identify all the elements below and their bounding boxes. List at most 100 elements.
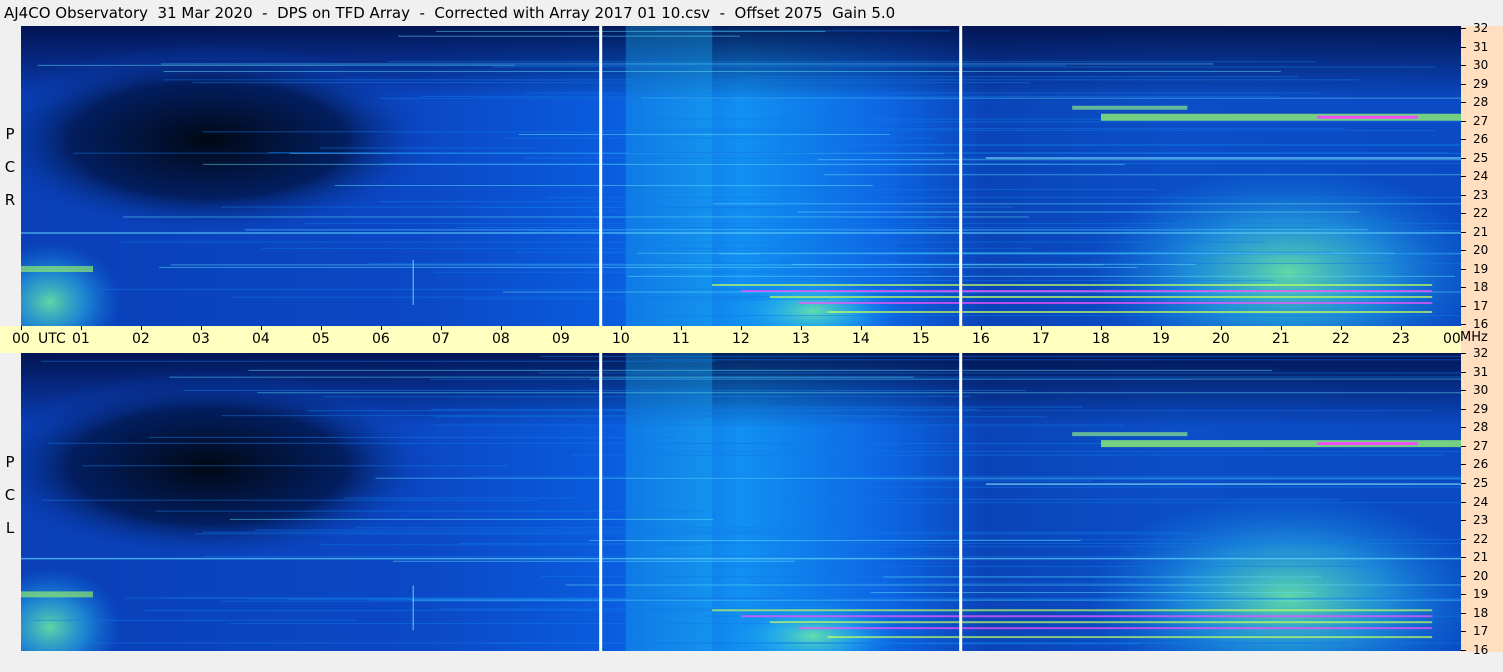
interference-line — [545, 196, 1461, 198]
utc-tick — [441, 326, 442, 330]
rcp-freq-tick — [1461, 65, 1466, 66]
interference-line — [601, 129, 1435, 131]
lcp-freq-tick — [1461, 501, 1466, 503]
interference-line — [435, 30, 826, 32]
interference-line — [305, 223, 1461, 225]
rcp-freq-tick — [1461, 102, 1466, 103]
interference-line — [82, 465, 509, 467]
utc-tick — [801, 326, 802, 330]
utc-time-axis: UTC 00 01 02 03 04 05 06 07 08 09 10 11 12 13 14 15 16 17… — [0, 326, 1462, 353]
interference-line — [457, 226, 1318, 228]
utc-tick-label: 22 — [1332, 331, 1350, 347]
band-25mhz — [985, 157, 1461, 159]
interference-line — [853, 538, 1461, 540]
interference-line — [788, 478, 1461, 480]
utc-tick-label: 21 — [1272, 331, 1290, 347]
band-25mhz — [985, 483, 1461, 485]
low-band-streak — [712, 609, 1433, 612]
interference-line — [163, 70, 1281, 72]
interference-line — [744, 76, 1299, 78]
interference-line — [169, 376, 914, 378]
lcp-freq-tick — [1461, 390, 1466, 392]
interference-line — [254, 529, 792, 531]
interference-line — [518, 134, 890, 136]
interference-line — [788, 188, 1158, 190]
utc-tick-label: 16 — [972, 331, 990, 347]
utc-tick-label: 01 — [72, 331, 90, 347]
interference-line — [202, 163, 1125, 165]
spectrogram-rcp — [21, 26, 1461, 326]
spectrogram-lcp — [21, 353, 1461, 651]
interference-line — [320, 147, 537, 149]
interference-line — [86, 288, 914, 290]
lcp-freq-tick-label: 20 — [1473, 568, 1489, 583]
interference-line — [120, 241, 1265, 243]
interference-line — [421, 95, 1279, 97]
lcp-freq-tick — [1461, 408, 1466, 410]
interference-line — [634, 315, 1461, 317]
low-band-streak — [741, 290, 1433, 292]
early-low-band — [21, 591, 93, 598]
lcp-freq-tick-label: 28 — [1473, 420, 1489, 435]
lcp-freq-tick — [1461, 464, 1466, 466]
interference-line — [221, 415, 899, 417]
utc-tick — [1221, 326, 1222, 330]
lcp-freq-tick-label: 17 — [1473, 624, 1489, 639]
interference-line — [307, 410, 1434, 412]
rcp-freq-tick-label: 32 — [1473, 21, 1489, 35]
low-band-streak — [798, 627, 1433, 630]
lcp-freq-tick-label: 16 — [1473, 643, 1489, 657]
lcp-freq-tick-label: 24 — [1473, 494, 1489, 509]
interference-line — [817, 159, 1461, 161]
vertical-spike — [412, 585, 414, 631]
file-boundary-line — [599, 353, 603, 651]
interference-line — [203, 555, 1414, 557]
utc-tick-label: 04 — [252, 331, 270, 347]
interference-line — [375, 477, 1461, 479]
interference-line — [440, 608, 870, 610]
lcp-freq-tick-label: 25 — [1473, 475, 1489, 490]
rcp-freq-tick — [1461, 213, 1466, 214]
lcp-freq-tick — [1461, 371, 1466, 373]
rcp-freq-tick — [1461, 46, 1466, 48]
interference-line — [40, 360, 717, 362]
interference-line — [230, 623, 868, 625]
vertical-spike — [412, 260, 414, 305]
interference-line — [183, 389, 1027, 391]
utc-tick-label: 03 — [192, 331, 210, 347]
band-28mhz — [1072, 105, 1188, 110]
rcp-letter-r: R — [4, 191, 16, 209]
lcp-freq-tick-label: 27 — [1473, 438, 1489, 453]
band-27mhz-peak — [1317, 442, 1418, 446]
interference-line — [683, 128, 1345, 130]
utc-tick-label: 14 — [852, 331, 870, 347]
interference-line — [33, 619, 358, 621]
lcp-freq-tick-label: 30 — [1473, 383, 1489, 398]
interference-line — [883, 576, 1322, 578]
lcp-freq-tick — [1461, 538, 1466, 540]
interference-line — [434, 271, 934, 273]
utc-tick — [1161, 326, 1162, 330]
interference-line — [808, 145, 1461, 147]
band-21mhz — [21, 232, 1461, 234]
mhz-axis-label: MHz — [1460, 330, 1488, 345]
interference-line — [433, 416, 1047, 418]
lcp-polarization-label: P C L — [0, 446, 20, 545]
interference-line — [257, 392, 1461, 394]
interference-line — [170, 264, 1104, 266]
interference-line — [503, 137, 935, 139]
utc-tick-label: 12 — [732, 331, 750, 347]
rcp-freq-tick — [1461, 324, 1466, 325]
lcp-freq-tick — [1461, 594, 1466, 596]
rcp-freq-tick — [1461, 287, 1466, 288]
utc-tick — [321, 326, 322, 330]
interference-line — [709, 565, 1380, 567]
interference-line — [320, 544, 706, 546]
rcp-freq-tick — [1461, 231, 1466, 233]
interference-line — [540, 355, 1461, 357]
rcp-freq-tick-label: 26 — [1473, 132, 1489, 146]
interference-line — [261, 247, 1032, 249]
lcp-letter-p: P — [5, 453, 15, 471]
interference-line — [334, 185, 874, 187]
interference-line — [339, 64, 1066, 66]
